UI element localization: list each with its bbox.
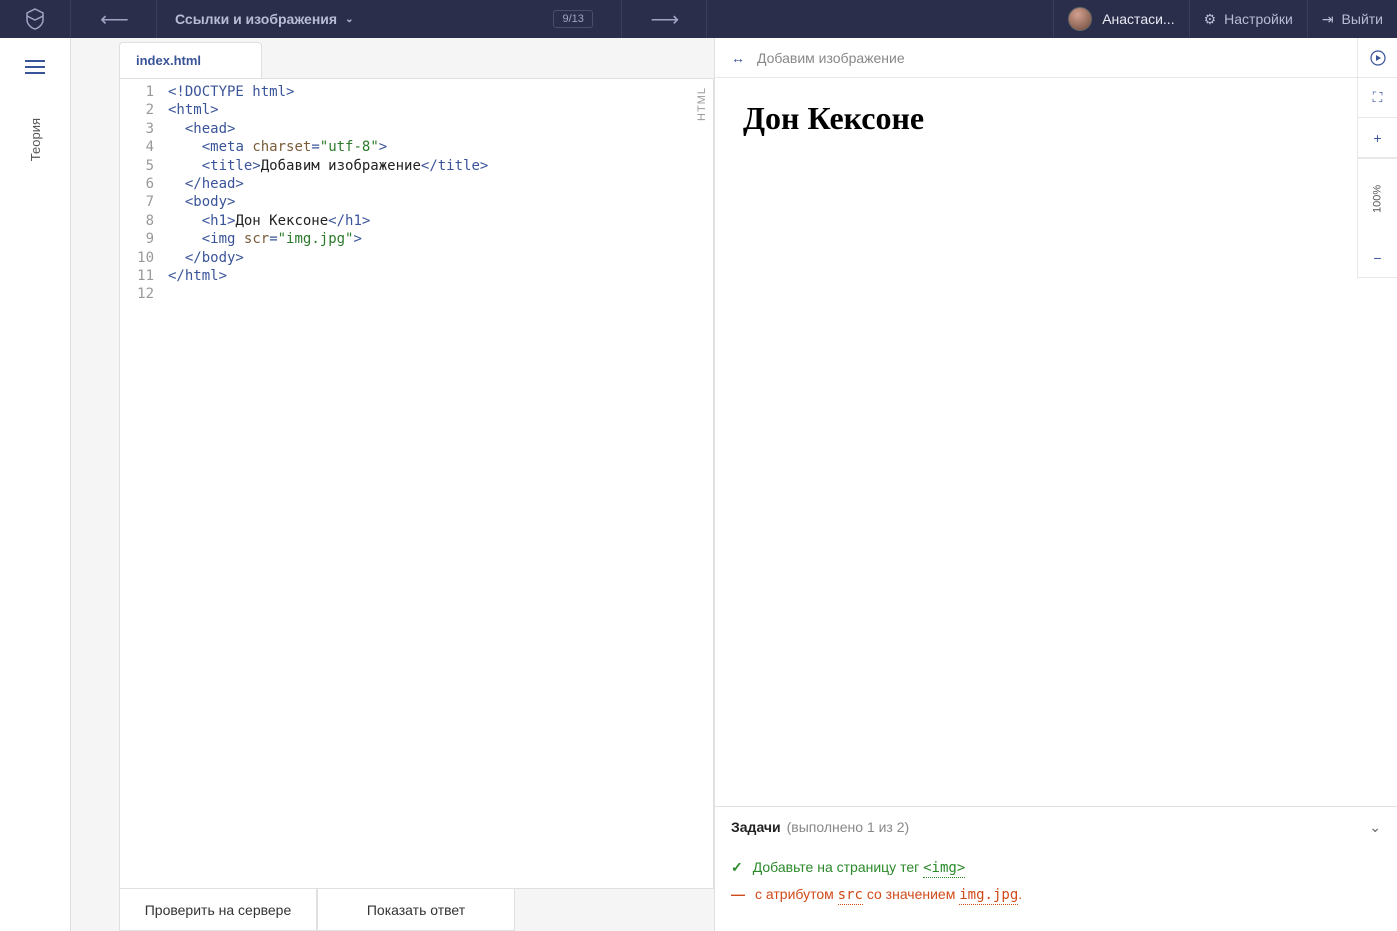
dash-icon: — [731, 886, 745, 902]
editor-tabs: index.html [71, 38, 714, 78]
shield-icon [23, 7, 47, 31]
run-button[interactable] [1358, 38, 1397, 78]
logo[interactable] [0, 0, 71, 38]
code-content[interactable]: <!DOCTYPE html> <html> <head> <meta char… [162, 79, 713, 888]
expand-icon: ⛶ [1373, 89, 1383, 106]
menu-button[interactable] [25, 56, 45, 78]
resize-horizontal-icon[interactable]: ↔ [731, 50, 745, 66]
avatar [1068, 7, 1092, 31]
gear-icon: ⚙ [1204, 11, 1217, 28]
task-item-done: ✓ Добавьте на страницу тег <img> [731, 859, 1381, 876]
tasks-title: Задачи [731, 819, 781, 835]
logout-icon: ⇥ [1322, 11, 1334, 28]
fullscreen-button[interactable]: ⛶ [1358, 78, 1397, 118]
minus-icon: − [1373, 250, 1381, 266]
left-rail: Теория [0, 38, 71, 931]
arrow-right-icon: ⟶ [651, 7, 678, 32]
chevron-down-icon: ⌄ [345, 14, 353, 25]
settings-label: Настройки [1224, 11, 1293, 27]
editor-footer: Проверить на сервере Показать ответ [119, 889, 714, 931]
language-badge: HTML [696, 87, 708, 121]
user-menu[interactable]: Анастаси... [1053, 0, 1188, 38]
tasks-list: ✓ Добавьте на страницу тег <img> — с атр… [715, 847, 1397, 931]
file-tab-index[interactable]: index.html [119, 42, 262, 78]
preview-heading: Дон Кексоне [743, 100, 1329, 137]
zoom-out-button[interactable]: − [1358, 238, 1397, 278]
preview-title: Добавим изображение [757, 50, 905, 66]
task-code: src [838, 887, 863, 905]
user-name: Анастаси... [1102, 11, 1174, 27]
editor-panel: index.html 123456789101112 <!DOCTYPE htm… [71, 38, 714, 931]
zoom-level: 100% [1358, 158, 1397, 238]
task-code: <img> [923, 860, 965, 878]
tasks-panel: Задачи (выполнено 1 из 2) ⌄ ✓ Добавьте н… [715, 806, 1397, 931]
tasks-progress: (выполнено 1 из 2) [787, 819, 910, 835]
lesson-title[interactable]: Ссылки и изображения ⌄ [157, 11, 371, 27]
app-header: ⟵ Ссылки и изображения ⌄ 9/13 ⟶ Анастаси… [0, 0, 1397, 38]
logout-label: Выйти [1342, 11, 1383, 27]
task-code: img.jpg [959, 887, 1018, 905]
lesson-progress: 9/13 [553, 10, 592, 28]
preview-panel: ↔ Добавим изображение ⛶ + 100% − Дон Кек… [714, 38, 1397, 931]
lesson-title-text: Ссылки и изображения [175, 11, 337, 27]
line-gutter: 123456789101112 [120, 79, 162, 888]
task-item-pending: — с атрибутом src со значением img.jpg. [731, 886, 1381, 903]
show-answer-button[interactable]: Показать ответ [317, 889, 515, 931]
next-lesson-button[interactable]: ⟶ [621, 0, 707, 38]
chevron-down-icon: ⌄ [1369, 819, 1381, 836]
preview-viewport: Дон Кексоне [715, 78, 1357, 806]
check-server-button[interactable]: Проверить на сервере [119, 889, 317, 931]
settings-button[interactable]: ⚙ Настройки [1189, 0, 1307, 38]
preview-header: ↔ Добавим изображение [715, 38, 1397, 78]
arrow-left-icon: ⟵ [100, 7, 127, 32]
tasks-header[interactable]: Задачи (выполнено 1 из 2) ⌄ [715, 807, 1397, 847]
zoom-in-button[interactable]: + [1358, 118, 1397, 158]
check-icon: ✓ [731, 859, 743, 876]
theory-tab[interactable]: Теория [28, 118, 43, 161]
code-editor[interactable]: 123456789101112 <!DOCTYPE html> <html> <… [119, 78, 714, 889]
preview-toolbar: ⛶ + 100% − [1357, 38, 1397, 278]
play-circle-icon [1370, 50, 1386, 66]
logout-button[interactable]: ⇥ Выйти [1307, 0, 1397, 38]
plus-icon: + [1373, 130, 1381, 146]
prev-lesson-button[interactable]: ⟵ [71, 0, 157, 38]
